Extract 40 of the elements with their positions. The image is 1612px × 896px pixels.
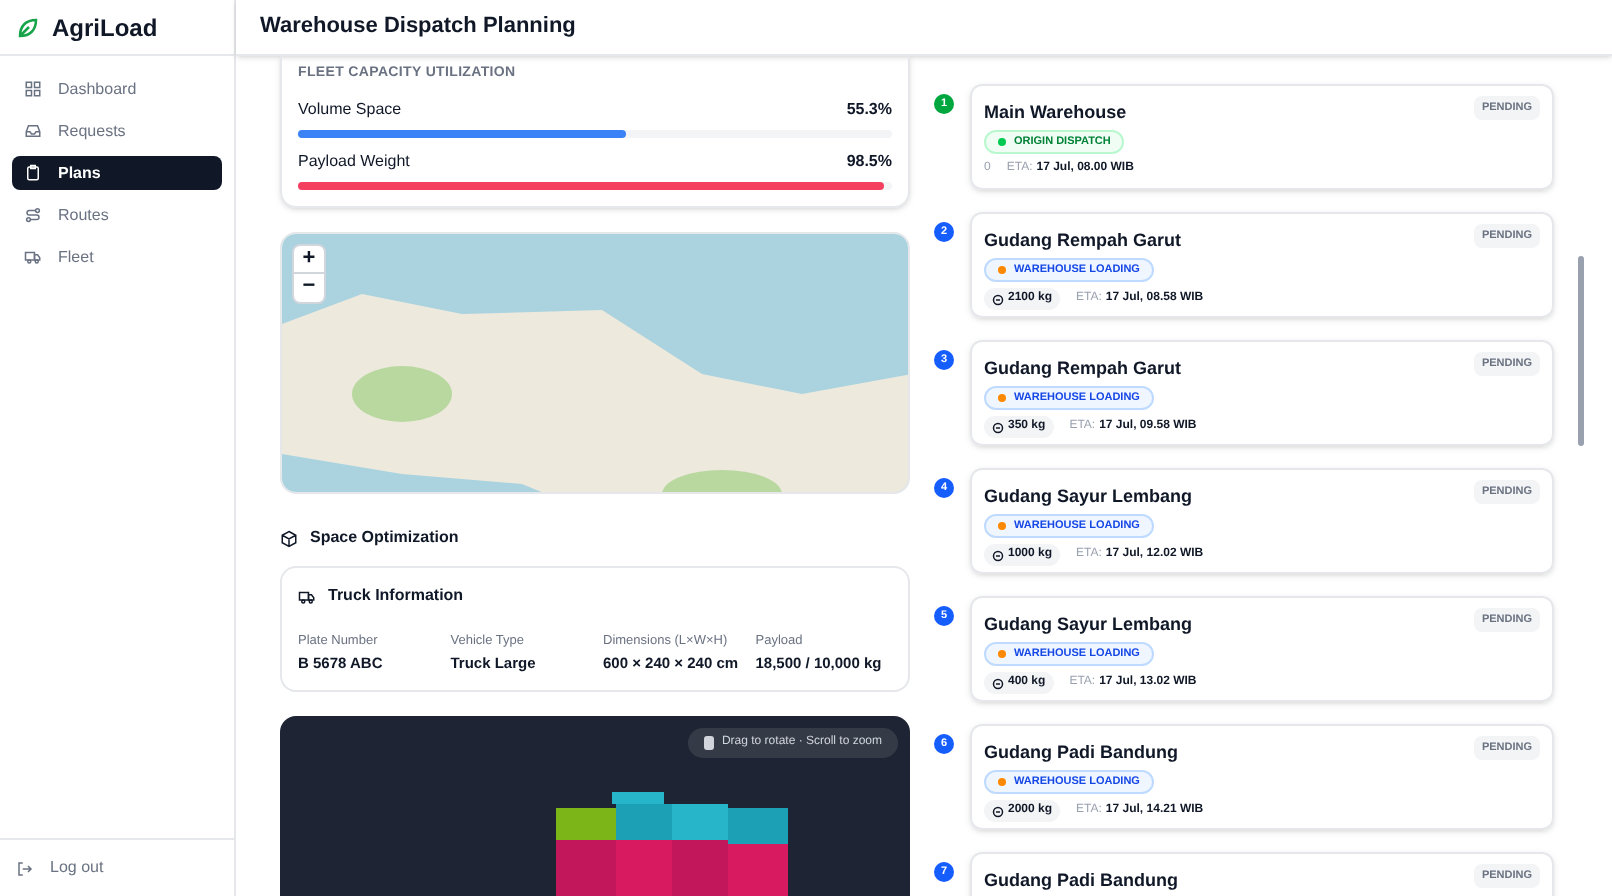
mouse-icon bbox=[703, 736, 714, 750]
zoom-in-button[interactable]: + bbox=[294, 245, 324, 273]
meter-reading: 55.3% bbox=[846, 97, 892, 121]
section-title: Space Optimization bbox=[310, 526, 459, 550]
leaf-icon bbox=[16, 15, 40, 39]
nav-item[interactable]: Requests bbox=[12, 114, 222, 148]
weight-icon bbox=[992, 677, 1004, 690]
cube-icon bbox=[280, 529, 298, 547]
logout-icon bbox=[16, 859, 34, 877]
nav-item[interactable]: Fleet bbox=[12, 240, 222, 274]
stop-name: Gudang Sayur Lembang bbox=[984, 614, 1193, 636]
nav-item[interactable]: Dashboard bbox=[12, 72, 222, 106]
page-title: Warehouse Dispatch Planning bbox=[260, 12, 576, 43]
weight-icon bbox=[992, 421, 1004, 434]
clipboard-icon bbox=[24, 164, 42, 182]
weight-icon bbox=[992, 805, 1004, 818]
scrollbar[interactable] bbox=[1578, 256, 1584, 446]
route-icon bbox=[24, 206, 42, 224]
inbox-icon bbox=[24, 122, 42, 140]
logout-button[interactable]: Log out bbox=[16, 856, 104, 880]
stop-name: Gudang Rempah Garut bbox=[984, 230, 1182, 252]
grid-icon bbox=[24, 80, 42, 98]
meter-reading: 98.5% bbox=[846, 149, 892, 173]
nav-item[interactable]: Plans bbox=[12, 156, 222, 190]
stop-name: Gudang Padi Bandung bbox=[984, 870, 1178, 892]
card-title: Truck Information bbox=[328, 584, 464, 608]
truck-icon bbox=[298, 587, 316, 605]
meter-label: Payload Weight bbox=[298, 149, 410, 173]
zoom-out-button[interactable]: − bbox=[294, 273, 324, 301]
map-panel[interactable]: + − bbox=[280, 231, 910, 494]
brand-name: AgriLoad bbox=[52, 11, 158, 45]
meter-label: Volume Space bbox=[298, 97, 402, 121]
stop-name: Main Warehouse bbox=[984, 102, 1127, 124]
stop-name: Gudang Sayur Lembang bbox=[984, 486, 1193, 508]
stop-name: Gudang Rempah Garut bbox=[984, 358, 1182, 380]
weight-icon bbox=[992, 549, 1004, 562]
nav-item[interactable]: Routes bbox=[12, 198, 222, 232]
weight-icon bbox=[992, 293, 1004, 306]
truck-icon bbox=[24, 248, 42, 266]
stop-name: Gudang Padi Bandung bbox=[984, 742, 1178, 764]
